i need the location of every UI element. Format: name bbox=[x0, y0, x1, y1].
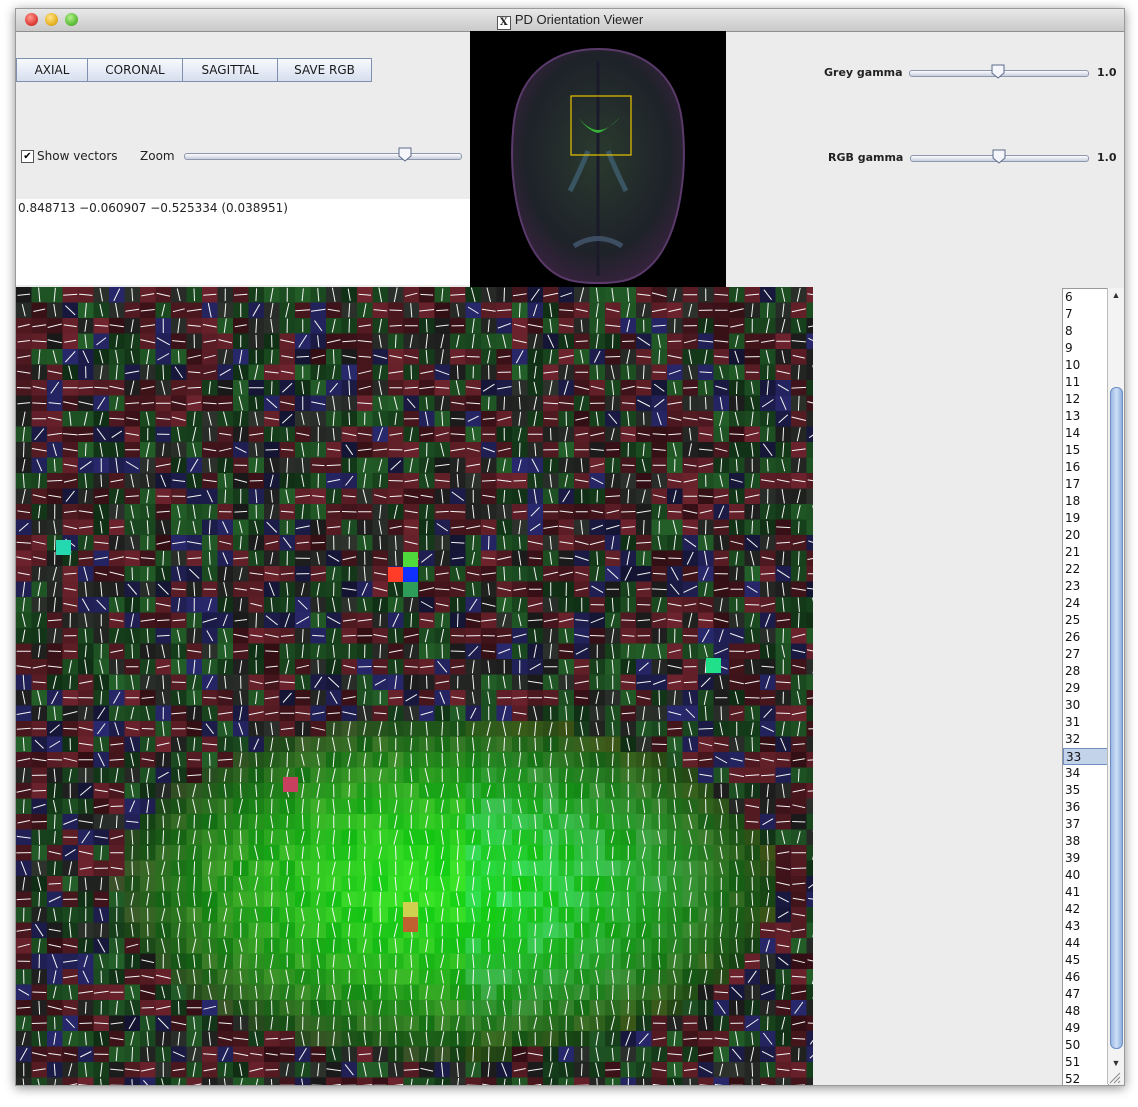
slice-list-item[interactable]: 40 bbox=[1063, 867, 1108, 884]
scroll-up-icon[interactable]: ▲ bbox=[1108, 288, 1124, 302]
slice-list-item[interactable]: 15 bbox=[1063, 442, 1108, 459]
rgb-gamma-value: 1.0 bbox=[1097, 151, 1117, 164]
highlighted-voxel bbox=[403, 582, 418, 597]
slice-list-item[interactable]: 43 bbox=[1063, 918, 1108, 935]
slice-list-item[interactable]: 17 bbox=[1063, 476, 1108, 493]
slice-list-item[interactable]: 47 bbox=[1063, 986, 1108, 1003]
slice-list-item[interactable]: 29 bbox=[1063, 680, 1108, 697]
grey-gamma-slider-thumb[interactable] bbox=[991, 64, 1005, 79]
slice-list-item[interactable]: 33 bbox=[1063, 748, 1108, 765]
slice-list-item[interactable]: 52 bbox=[1063, 1071, 1108, 1085]
slice-list-item[interactable]: 26 bbox=[1063, 629, 1108, 646]
highlighted-voxel bbox=[388, 567, 403, 582]
slice-list-item[interactable]: 35 bbox=[1063, 782, 1108, 799]
slice-list-item[interactable]: 18 bbox=[1063, 493, 1108, 510]
slice-list-item[interactable]: 45 bbox=[1063, 952, 1108, 969]
slice-list-item[interactable]: 51 bbox=[1063, 1054, 1108, 1071]
slice-list-item[interactable]: 50 bbox=[1063, 1037, 1108, 1054]
slice-list-item[interactable]: 31 bbox=[1063, 714, 1108, 731]
slice-list-item[interactable]: 13 bbox=[1063, 408, 1108, 425]
highlighted-voxel bbox=[706, 658, 721, 673]
slice-list-item[interactable]: 37 bbox=[1063, 816, 1108, 833]
slice-list-item[interactable]: 9 bbox=[1063, 340, 1108, 357]
slice-list-item[interactable]: 25 bbox=[1063, 612, 1108, 629]
slice-list-item[interactable]: 28 bbox=[1063, 663, 1108, 680]
zoom-slider-track[interactable] bbox=[184, 153, 462, 160]
highlighted-voxel bbox=[403, 902, 418, 917]
slice-list-item[interactable]: 39 bbox=[1063, 850, 1108, 867]
highlighted-voxel bbox=[403, 552, 418, 567]
window-title: PD Orientation Viewer bbox=[514, 12, 644, 27]
zoom-slider-thumb[interactable] bbox=[398, 147, 412, 162]
slice-list-item[interactable]: 24 bbox=[1063, 595, 1108, 612]
slice-list-item[interactable]: 10 bbox=[1063, 357, 1108, 374]
scrollbar-thumb[interactable] bbox=[1110, 387, 1123, 1049]
grey-gamma-label: Grey gamma bbox=[824, 66, 903, 79]
vector-readout-panel: 0.848713 −0.060907 −0.525334 (0.038951) bbox=[16, 199, 470, 285]
overview-image[interactable] bbox=[470, 31, 726, 287]
window-title-area: X PD Orientation Viewer bbox=[16, 12, 1124, 30]
app-window: X PD Orientation Viewer AXIAL CORONAL SAG… bbox=[15, 8, 1125, 1086]
highlighted-voxel bbox=[56, 540, 71, 555]
vector-readout: 0.848713 −0.060907 −0.525334 (0.038951) bbox=[18, 201, 288, 215]
checkmark-icon: ✔ bbox=[23, 151, 32, 162]
slice-list-item[interactable]: 27 bbox=[1063, 646, 1108, 663]
highlighted-voxel bbox=[283, 777, 298, 792]
highlighted-voxel bbox=[403, 917, 418, 932]
axial-button[interactable]: AXIAL bbox=[16, 58, 88, 82]
slice-list-item[interactable]: 6 bbox=[1063, 289, 1108, 306]
zoom-label: Zoom bbox=[140, 149, 175, 163]
slice-list-item[interactable]: 36 bbox=[1063, 799, 1108, 816]
slice-list-item[interactable]: 42 bbox=[1063, 901, 1108, 918]
slice-list-item[interactable]: 21 bbox=[1063, 544, 1108, 561]
show-vectors-label: Show vectors bbox=[37, 149, 118, 163]
slice-list-item[interactable]: 16 bbox=[1063, 459, 1108, 476]
slice-list-item[interactable]: 7 bbox=[1063, 306, 1108, 323]
slice-list-item[interactable]: 30 bbox=[1063, 697, 1108, 714]
slice-list[interactable]: 6 7 8 9 10 11 12 13 14 15 16 17 18 19 20 21 22 23 24 25 26 27… bbox=[1062, 288, 1109, 1085]
slice-list-item[interactable]: 22 bbox=[1063, 561, 1108, 578]
save-rgb-button[interactable]: SAVE RGB bbox=[277, 58, 372, 82]
slice-list-item[interactable]: 41 bbox=[1063, 884, 1108, 901]
show-vectors-checkbox[interactable]: ✔ bbox=[21, 150, 34, 163]
title-bar: X PD Orientation Viewer bbox=[16, 9, 1124, 32]
slice-list-item[interactable]: 12 bbox=[1063, 391, 1108, 408]
vector-field-view[interactable] bbox=[16, 287, 813, 1085]
slice-list-item[interactable]: 34 bbox=[1063, 765, 1108, 782]
x11-icon: X bbox=[496, 16, 511, 30]
coronal-button[interactable]: CORONAL bbox=[87, 58, 183, 82]
rgb-gamma-slider-thumb[interactable] bbox=[992, 149, 1006, 164]
slice-list-item[interactable]: 49 bbox=[1063, 1020, 1108, 1037]
slice-list-item[interactable]: 38 bbox=[1063, 833, 1108, 850]
slice-list-item[interactable]: 20 bbox=[1063, 527, 1108, 544]
slice-list-item[interactable]: 14 bbox=[1063, 425, 1108, 442]
slice-list-item[interactable]: 44 bbox=[1063, 935, 1108, 952]
grey-gamma-value: 1.0 bbox=[1097, 66, 1117, 79]
slice-list-scrollbar[interactable]: ▲ ▼ bbox=[1107, 288, 1124, 1084]
slice-list-item[interactable]: 46 bbox=[1063, 969, 1108, 986]
slice-list-item[interactable]: 48 bbox=[1063, 1003, 1108, 1020]
sagittal-button[interactable]: SAGITTAL bbox=[182, 58, 278, 82]
slice-list-item[interactable]: 19 bbox=[1063, 510, 1108, 527]
slice-list-item[interactable]: 32 bbox=[1063, 731, 1108, 748]
rgb-gamma-label: RGB gamma bbox=[828, 151, 904, 164]
slice-list-item[interactable]: 23 bbox=[1063, 578, 1108, 595]
slice-list-item[interactable]: 8 bbox=[1063, 323, 1108, 340]
resize-grip-icon[interactable] bbox=[1105, 1068, 1121, 1084]
highlighted-voxel bbox=[403, 567, 418, 582]
slice-list-item[interactable]: 11 bbox=[1063, 374, 1108, 391]
